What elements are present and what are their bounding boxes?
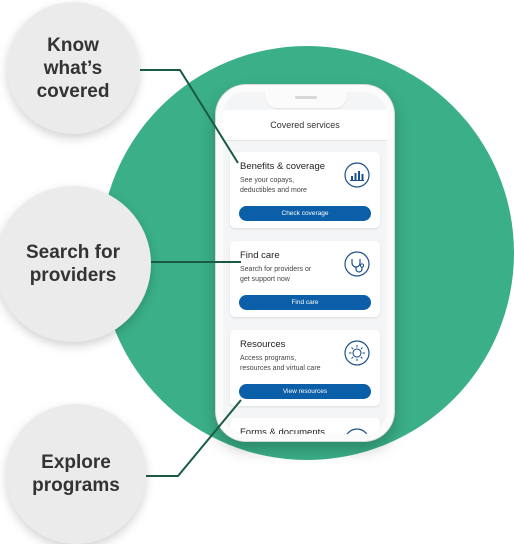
phone-mockup: Covered services Benefits & coverage See… [216, 85, 394, 441]
check-coverage-button[interactable]: Check coverage [239, 206, 371, 221]
card-find-care: Find care Search for providers or get su… [230, 241, 380, 317]
callout-explore-programs: Explore programs [6, 404, 146, 544]
view-resources-button[interactable]: View resources [239, 384, 371, 399]
card-forms-documents: Forms & documents [230, 418, 380, 438]
card-description: Search for providers or get support now [240, 266, 312, 283]
sun-icon [344, 340, 370, 366]
card-description: See your copays, deductibles and more [240, 177, 307, 194]
stethoscope-icon [344, 251, 370, 277]
callout-label: Explore programs [32, 452, 120, 496]
card-title: Benefits & coverage [240, 161, 326, 172]
page-title: Covered services [223, 110, 387, 141]
card-title: Find care [240, 250, 280, 261]
callout-search-providers: Search for providers [0, 186, 151, 342]
card-resources: Resources Access programs, resources and… [230, 330, 380, 406]
callout-label: Search for providers [26, 242, 120, 286]
card-description: Access programs, resources and virtual c… [240, 355, 321, 372]
bar-chart-icon [344, 162, 370, 188]
card-title: Resources [240, 339, 286, 350]
callout-label: Know what’s covered [36, 34, 110, 102]
document-icon [346, 428, 368, 434]
find-care-button[interactable]: Find care [239, 295, 371, 310]
card-benefits-coverage: Benefits & coverage See your copays, ded… [230, 152, 380, 228]
callout-know-covered: Know what’s covered [7, 2, 139, 134]
phone-notch [265, 92, 347, 108]
card-title: Forms & documents [240, 427, 325, 438]
